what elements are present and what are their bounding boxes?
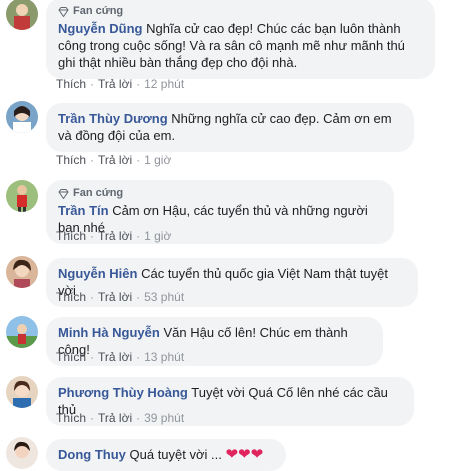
timestamp[interactable]: 13 phút <box>144 350 184 364</box>
timestamp[interactable]: 12 phút <box>144 77 184 91</box>
comment-author[interactable]: Nguyễn Hiên <box>58 266 137 281</box>
like-button[interactable]: Thích <box>56 290 86 304</box>
reply-button[interactable]: Trả lời <box>98 350 132 364</box>
like-button[interactable]: Thích <box>56 77 86 91</box>
reply-button[interactable]: Trả lời <box>98 77 132 91</box>
avatar[interactable] <box>6 256 38 288</box>
reply-button[interactable]: Trả lời <box>98 290 132 304</box>
comment-actions: Thích · Trả lời · 12 phút <box>56 77 185 91</box>
fan-badge-label: Fan cứng <box>73 187 124 199</box>
timestamp[interactable]: 39 phút <box>144 411 184 425</box>
comment-actions: Thích · Trả lời · 39 phút <box>56 411 185 425</box>
avatar[interactable] <box>6 0 38 30</box>
diamond-icon <box>58 188 69 199</box>
avatar[interactable] <box>6 101 38 133</box>
timestamp[interactable]: 1 giờ <box>144 153 171 167</box>
comment-author[interactable]: Trần Tín <box>58 203 109 218</box>
like-button[interactable]: Thích <box>56 411 86 425</box>
comment-bubble: Dong Thuy Quá tuyệt vời ... ❤❤❤ <box>46 439 286 471</box>
reply-button[interactable]: Trả lời <box>98 229 132 243</box>
like-button[interactable]: Thích <box>56 350 86 364</box>
comment-bubble: Fan cứng Nguyễn Dũng Nghĩa cử cao đẹp! C… <box>46 0 435 79</box>
avatar[interactable] <box>6 180 38 212</box>
comment-bubble: Trần Thùy Dương Những nghĩa cử cao đẹp. … <box>46 103 414 152</box>
comment-author[interactable]: Dong Thuy <box>58 447 126 462</box>
fan-badge-label: Fan cứng <box>73 5 124 17</box>
avatar[interactable] <box>6 376 38 408</box>
comment-actions: Thích · Trả lời · 1 giờ <box>56 229 172 243</box>
comment-author[interactable]: Phương Thùy Hoàng <box>58 385 188 400</box>
fan-badge: Fan cứng <box>58 187 382 200</box>
comment-actions: Thích · Trả lời · 1 giờ <box>56 153 172 167</box>
comment-actions: Thích · Trả lời · 53 phút <box>56 290 185 304</box>
diamond-icon <box>58 6 69 17</box>
comment-actions: Thích · Trả lời · 13 phút <box>56 350 185 364</box>
timestamp[interactable]: 1 giờ <box>144 229 171 243</box>
reply-button[interactable]: Trả lời <box>98 153 132 167</box>
avatar[interactable] <box>6 437 38 469</box>
like-button[interactable]: Thích <box>56 229 86 243</box>
heart-emoji: ❤❤❤ <box>225 446 264 463</box>
timestamp[interactable]: 53 phút <box>144 290 184 304</box>
comment-author[interactable]: Trần Thùy Dương <box>58 111 168 126</box>
comment-text: Quá tuyệt vời ... <box>129 447 222 462</box>
fan-badge: Fan cứng <box>58 5 423 18</box>
comment-author[interactable]: Nguyễn Dũng <box>58 21 143 36</box>
like-button[interactable]: Thích <box>56 153 86 167</box>
reply-button[interactable]: Trả lời <box>98 411 132 425</box>
avatar[interactable] <box>6 316 38 348</box>
comment-author[interactable]: Minh Hà Nguyễn <box>58 325 160 340</box>
